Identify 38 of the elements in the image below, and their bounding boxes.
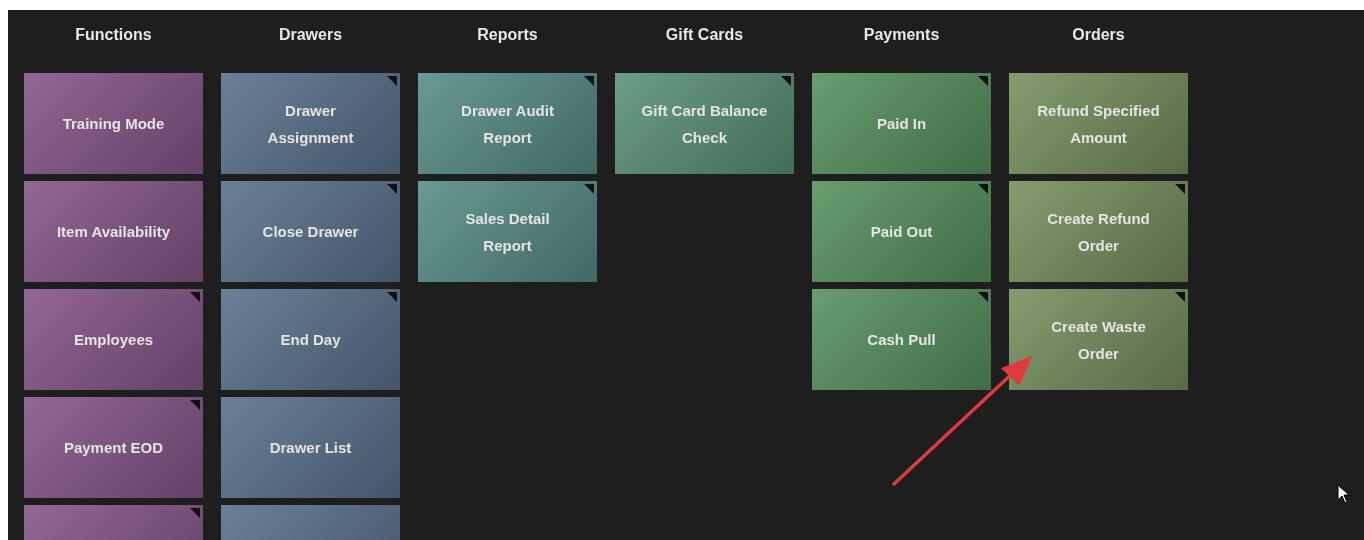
menu-tile[interactable]: Paid In (812, 73, 991, 174)
menu-tile[interactable]: Gift Card Balance Check (615, 73, 794, 174)
menu-tile[interactable]: Sales Detail Report (418, 181, 597, 282)
corner-marker-icon (978, 184, 988, 194)
corner-marker-icon (1175, 184, 1185, 194)
menu-tile[interactable]: Payment EOD (24, 397, 203, 498)
corner-marker-icon (584, 184, 594, 194)
menu-tile[interactable]: Drawer Assignment (221, 73, 400, 174)
column-heading: Drawers (278, 24, 343, 45)
corner-marker-icon (387, 184, 397, 194)
corner-marker-icon (781, 76, 791, 86)
menu-tile[interactable]: Employees (24, 289, 203, 390)
corner-marker-icon (1175, 292, 1185, 302)
menu-tile[interactable]: Training Mode (24, 73, 203, 174)
corner-marker-icon (387, 76, 397, 86)
corner-marker-icon (190, 292, 200, 302)
column-heading: Orders (1072, 24, 1125, 45)
menu-tile[interactable]: Cash Pull (812, 289, 991, 390)
corner-marker-icon (190, 400, 200, 410)
corner-marker-icon (978, 292, 988, 302)
column-heading: Reports (477, 24, 538, 45)
corner-marker-icon (978, 76, 988, 86)
corner-marker-icon (387, 292, 397, 302)
menu-tile[interactable]: End Day (221, 289, 400, 390)
menu-tile[interactable]: Paid Out (812, 181, 991, 282)
menu-tile[interactable]: Item Availability (24, 181, 203, 282)
menu-tile[interactable]: Create Refund Order (1009, 181, 1188, 282)
pointer-cursor-icon (1337, 484, 1351, 504)
menu-tile[interactable]: Refund Specified Amount (1009, 73, 1188, 174)
menu-tile[interactable]: Drawer List (221, 397, 400, 498)
column-heading: Payments (863, 24, 940, 45)
menu-tile[interactable]: Close Drawer (221, 181, 400, 282)
corner-marker-icon (584, 76, 594, 86)
corner-marker-icon (190, 508, 200, 518)
menu-tile[interactable]: Drawer Audit Report (418, 73, 597, 174)
column-heading: Functions (75, 24, 152, 45)
menu-tile[interactable]: Create Waste Order (1009, 289, 1188, 390)
column-heading: Gift Cards (665, 24, 744, 45)
